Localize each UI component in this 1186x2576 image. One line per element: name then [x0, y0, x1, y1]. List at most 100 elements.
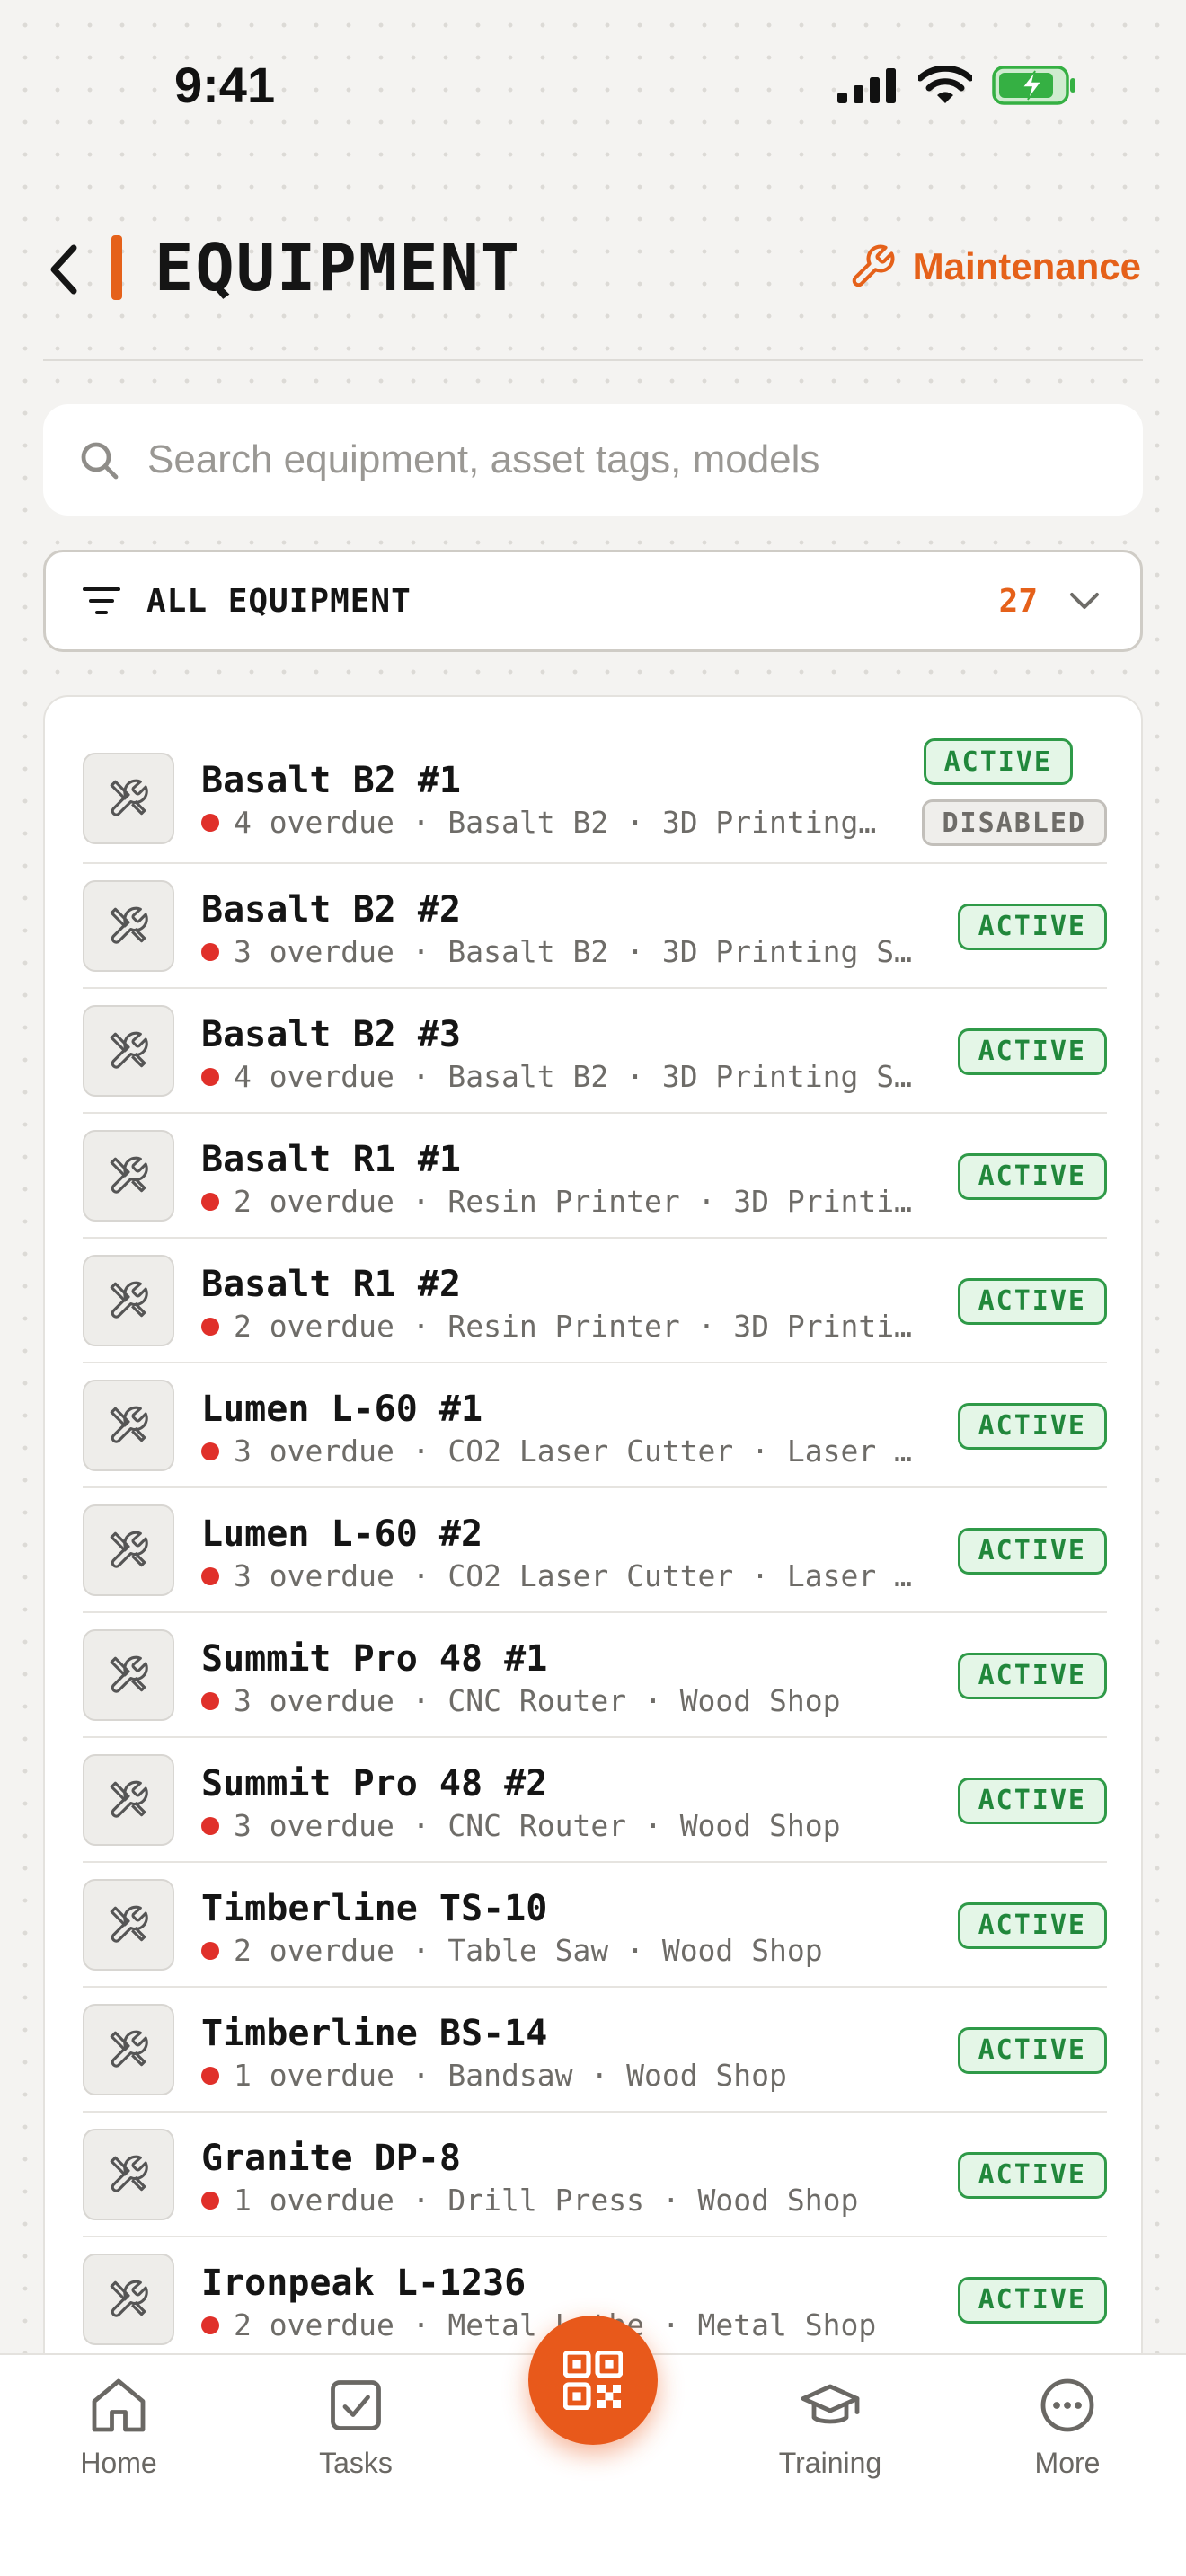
- equipment-row[interactable]: Timberline TS-10 2 overdue · Table Saw · …: [83, 1863, 1107, 1988]
- tools-icon: [110, 1905, 148, 1943]
- equipment-name: Basalt R1 #2: [201, 1264, 461, 1305]
- equipment-meta: 4 overdue · Basalt B2 · 3D Printing Stud…: [201, 1059, 929, 1094]
- equipment-row[interactable]: Lumen L-60 #1 3 overdue · CO2 Laser Cutte…: [83, 1363, 1107, 1488]
- equipment-filter-dropdown[interactable]: ALL EQUIPMENT 27: [43, 550, 1143, 652]
- tools-icon: [110, 1406, 148, 1443]
- equipment-row[interactable]: Basalt B2 #1 4 overdue · Basalt B2 · 3D P…: [83, 729, 1107, 864]
- equipment-thumbnail: [83, 1380, 174, 1471]
- equipment-meta-text: 1 overdue · Bandsaw · Wood Shop: [234, 2058, 787, 2093]
- chevron-down-icon: [1070, 593, 1099, 609]
- equipment-meta: 2 overdue · Resin Printer · 3D Printing …: [201, 1309, 929, 1344]
- equipment-name: Basalt B2 #2: [201, 889, 461, 931]
- status-badge-active: ACTIVE: [957, 2151, 1107, 2199]
- equipment-thumbnail: [83, 2254, 174, 2345]
- equipment-thumbnail: [83, 1629, 174, 1721]
- overdue-dot: [201, 1816, 219, 1835]
- status-badge-active: ACTIVE: [957, 1527, 1107, 1575]
- equipment-row[interactable]: Basalt R1 #1 2 overdue · Resin Printer · …: [83, 1114, 1107, 1239]
- equipment-name: Summit Pro 48 #2: [201, 1763, 548, 1804]
- filter-count: 27: [998, 582, 1038, 620]
- qr-code-icon: [563, 2351, 623, 2410]
- status-badge-active: ACTIVE: [957, 903, 1107, 950]
- tools-icon: [110, 2030, 148, 2068]
- equipment-meta-text: 3 overdue · CNC Router · Wood Shop: [234, 1683, 841, 1718]
- equipment-meta-text: 4 overdue · Basalt B2 · 3D Printing Stud…: [234, 805, 884, 840]
- equipment-thumbnail: [83, 1005, 174, 1097]
- overdue-dot: [201, 813, 219, 832]
- tab-training[interactable]: Training: [749, 2373, 911, 2480]
- tools-icon: [110, 1655, 148, 1693]
- equipment-row[interactable]: Timberline BS-14 1 overdue · Bandsaw · Wo…: [83, 1988, 1107, 2113]
- tab-tasks[interactable]: Tasks: [275, 2373, 437, 2480]
- status-badge-active: ACTIVE: [957, 2276, 1107, 2324]
- status-bar: 9:41: [0, 0, 1186, 171]
- overdue-dot: [201, 1317, 219, 1336]
- search-input[interactable]: Search equipment, asset tags, models: [147, 437, 819, 482]
- equipment-meta-text: 3 overdue · CO2 Laser Cutter · Laser Lab: [234, 1558, 929, 1593]
- equipment-row[interactable]: Granite DP-8 1 overdue · Drill Press · Wo…: [83, 2113, 1107, 2237]
- overdue-dot: [201, 2316, 219, 2334]
- status-badge-active: ACTIVE: [957, 1652, 1107, 1699]
- overdue-dot: [201, 1067, 219, 1086]
- equipment-thumbnail: [83, 1754, 174, 1846]
- overdue-dot: [201, 1691, 219, 1710]
- tools-icon: [110, 1031, 148, 1069]
- status-icons: [837, 65, 1078, 106]
- equipment-row[interactable]: Basalt B2 #3 4 overdue · Basalt B2 · 3D P…: [83, 989, 1107, 1114]
- equipment-row[interactable]: Basalt B2 #2 3 overdue · Basalt B2 · 3D P…: [83, 864, 1107, 989]
- equipment-meta: 1 overdue · Drill Press · Wood Shop: [201, 2183, 929, 2218]
- tab-tasks-label: Tasks: [319, 2447, 393, 2479]
- filter-label: ALL EQUIPMENT: [146, 582, 412, 620]
- home-icon: [92, 2378, 146, 2432]
- tab-home[interactable]: Home: [38, 2373, 199, 2480]
- maintenance-label: Maintenance: [912, 245, 1141, 287]
- tools-icon: [110, 906, 148, 944]
- equipment-name: Lumen L-60 #2: [201, 1513, 483, 1555]
- equipment-row[interactable]: Lumen L-60 #2 3 overdue · CO2 Laser Cutte…: [83, 1488, 1107, 1613]
- equipment-meta: 3 overdue · CO2 Laser Cutter · Laser Lab: [201, 1558, 929, 1593]
- equipment-name: Timberline TS-10: [201, 1888, 548, 1929]
- wifi-icon: [918, 66, 972, 103]
- status-badge-active: ACTIVE: [957, 1277, 1107, 1325]
- tools-icon: [110, 2280, 148, 2317]
- equipment-meta: 3 overdue · CNC Router · Wood Shop: [201, 1808, 929, 1843]
- equipment-meta-text: 1 overdue · Drill Press · Wood Shop: [234, 2183, 859, 2218]
- tools-icon: [110, 1780, 148, 1818]
- status-badge-active: ACTIVE: [957, 1901, 1107, 1949]
- status-badge-active: ACTIVE: [957, 1777, 1107, 1824]
- status-badge-disabled: DISABLED: [921, 799, 1107, 846]
- tab-home-label: Home: [80, 2447, 157, 2479]
- equipment-meta-text: 2 overdue · Table Saw · Wood Shop: [234, 1933, 823, 1968]
- search-icon: [81, 442, 119, 480]
- overdue-dot: [201, 2191, 219, 2210]
- status-badge-active: ACTIVE: [957, 1028, 1107, 1075]
- equipment-meta-text: 3 overdue · Basalt B2 · 3D Printing Stud…: [234, 934, 929, 969]
- search-bar[interactable]: Search equipment, asset tags, models: [43, 404, 1143, 516]
- equipment-name: Basalt R1 #1: [201, 1139, 461, 1180]
- title-accent-bar: [111, 235, 122, 300]
- equipment-thumbnail: [83, 1255, 174, 1346]
- status-badge-active: ACTIVE: [957, 2026, 1107, 2074]
- cellular-signal-icon: [837, 68, 896, 103]
- maintenance-link[interactable]: Maintenance: [848, 243, 1141, 291]
- tools-icon: [110, 1281, 148, 1319]
- equipment-thumbnail: [83, 1130, 174, 1222]
- back-button[interactable]: [41, 234, 86, 305]
- equipment-name: Basalt B2 #1: [201, 760, 461, 801]
- scan-qr-button[interactable]: [528, 2316, 658, 2445]
- equipment-row[interactable]: Basalt R1 #2 2 overdue · Resin Printer · …: [83, 1239, 1107, 1363]
- equipment-row[interactable]: Summit Pro 48 #1 3 overdue · CNC Router ·…: [83, 1613, 1107, 1738]
- tab-more[interactable]: More: [987, 2373, 1148, 2480]
- tools-icon: [110, 779, 148, 816]
- status-badge-active: ACTIVE: [957, 1402, 1107, 1450]
- equipment-row[interactable]: Summit Pro 48 #2 3 overdue · CNC Router ·…: [83, 1738, 1107, 1863]
- more-icon: [1040, 2378, 1094, 2432]
- equipment-meta: 3 overdue · Basalt B2 · 3D Printing Stud…: [201, 934, 929, 969]
- tools-icon: [110, 1156, 148, 1194]
- chevron-left-icon: [50, 244, 77, 295]
- wrench-icon: [852, 244, 895, 287]
- equipment-thumbnail: [83, 1879, 174, 1971]
- battery-charging-icon: [992, 66, 1075, 105]
- equipment-meta-text: 4 overdue · Basalt B2 · 3D Printing Stud…: [234, 1059, 929, 1094]
- equipment-meta-text: 2 overdue · Resin Printer · 3D Printing …: [234, 1184, 929, 1219]
